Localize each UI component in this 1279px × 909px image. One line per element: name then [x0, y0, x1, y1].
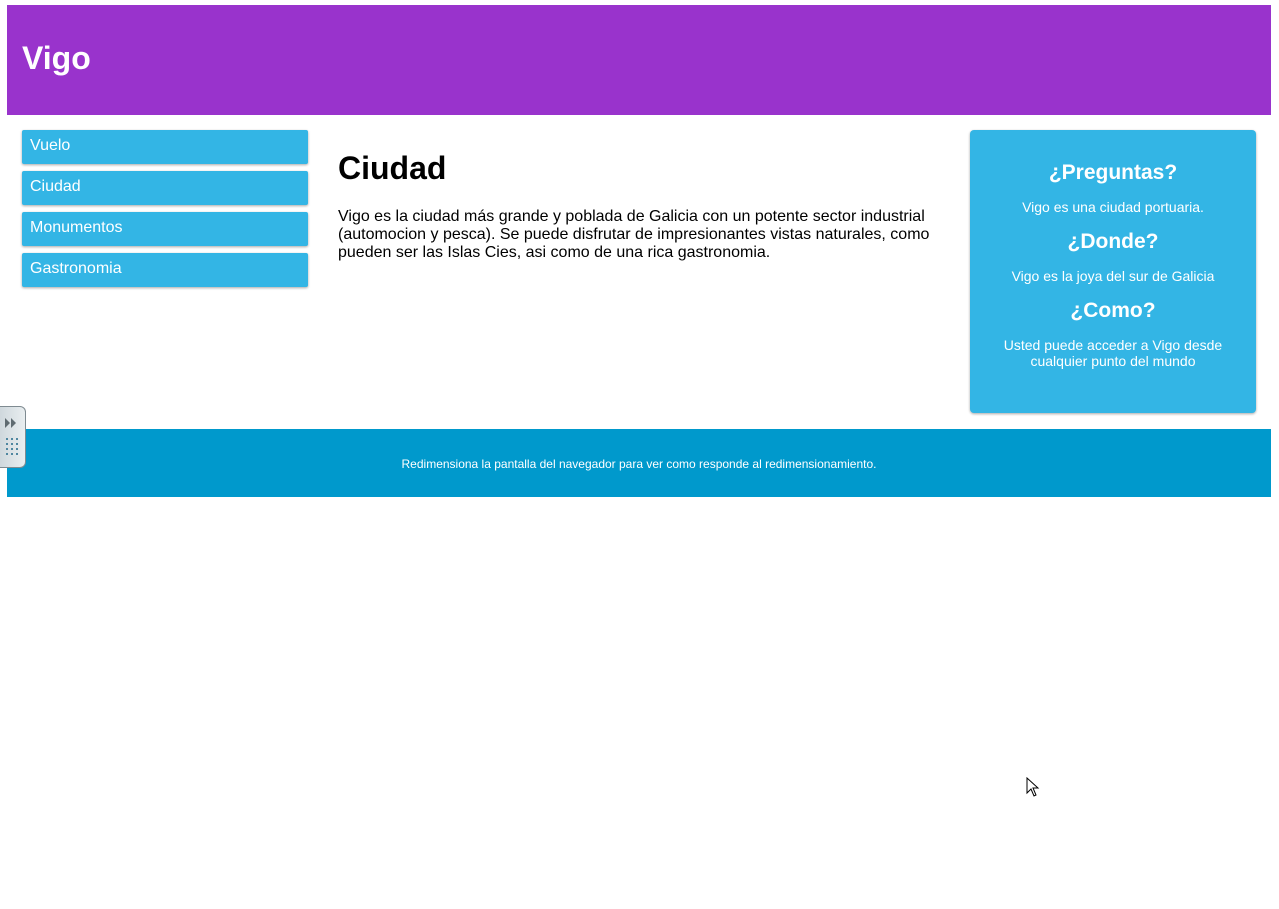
expand-panel-icon [5, 418, 16, 428]
aside-text-preguntas: Vigo es una ciudad portuaria. [1022, 199, 1204, 215]
footer-text: Redimensiona la pantalla del navegador p… [401, 457, 877, 471]
grip-icon [6, 438, 18, 455]
menu-item-gastronomia[interactable]: Gastronomia [22, 253, 308, 287]
aside-text-donde: Vigo es la joya del sur de Galicia [1011, 268, 1215, 284]
menu-item-monumentos[interactable]: Monumentos [22, 212, 308, 246]
menu-item-vuelo[interactable]: Vuelo [22, 130, 308, 164]
info-aside: ¿Preguntas? Vigo es una ciudad portuaria… [970, 130, 1256, 413]
main-content: Ciudad Vigo es la ciudad más grande y po… [338, 130, 938, 262]
content-title: Ciudad [338, 150, 447, 186]
menu-item-ciudad[interactable]: Ciudad [22, 171, 308, 205]
side-panel-handle[interactable] [0, 406, 26, 468]
aside-heading-preguntas: ¿Preguntas? [1048, 161, 1178, 184]
mouse-pointer-icon [1026, 777, 1040, 797]
content-paragraph: Vigo es la ciudad más grande y poblada d… [338, 208, 930, 261]
sidebar-menu: Vuelo Ciudad Monumentos Gastronomia [22, 130, 308, 294]
footer: Redimensiona la pantalla del navegador p… [7, 429, 1271, 497]
header: Vigo [7, 5, 1271, 115]
site-title: Vigo [22, 40, 91, 76]
aside-text-como: Usted puede acceder a Vigo desde cualqui… [1003, 337, 1223, 369]
aside-heading-donde: ¿Donde? [1067, 230, 1159, 253]
aside-heading-como: ¿Como? [1070, 299, 1156, 322]
page: Vigo Vuelo Ciudad Monumentos Gastronomia… [0, 0, 1279, 909]
